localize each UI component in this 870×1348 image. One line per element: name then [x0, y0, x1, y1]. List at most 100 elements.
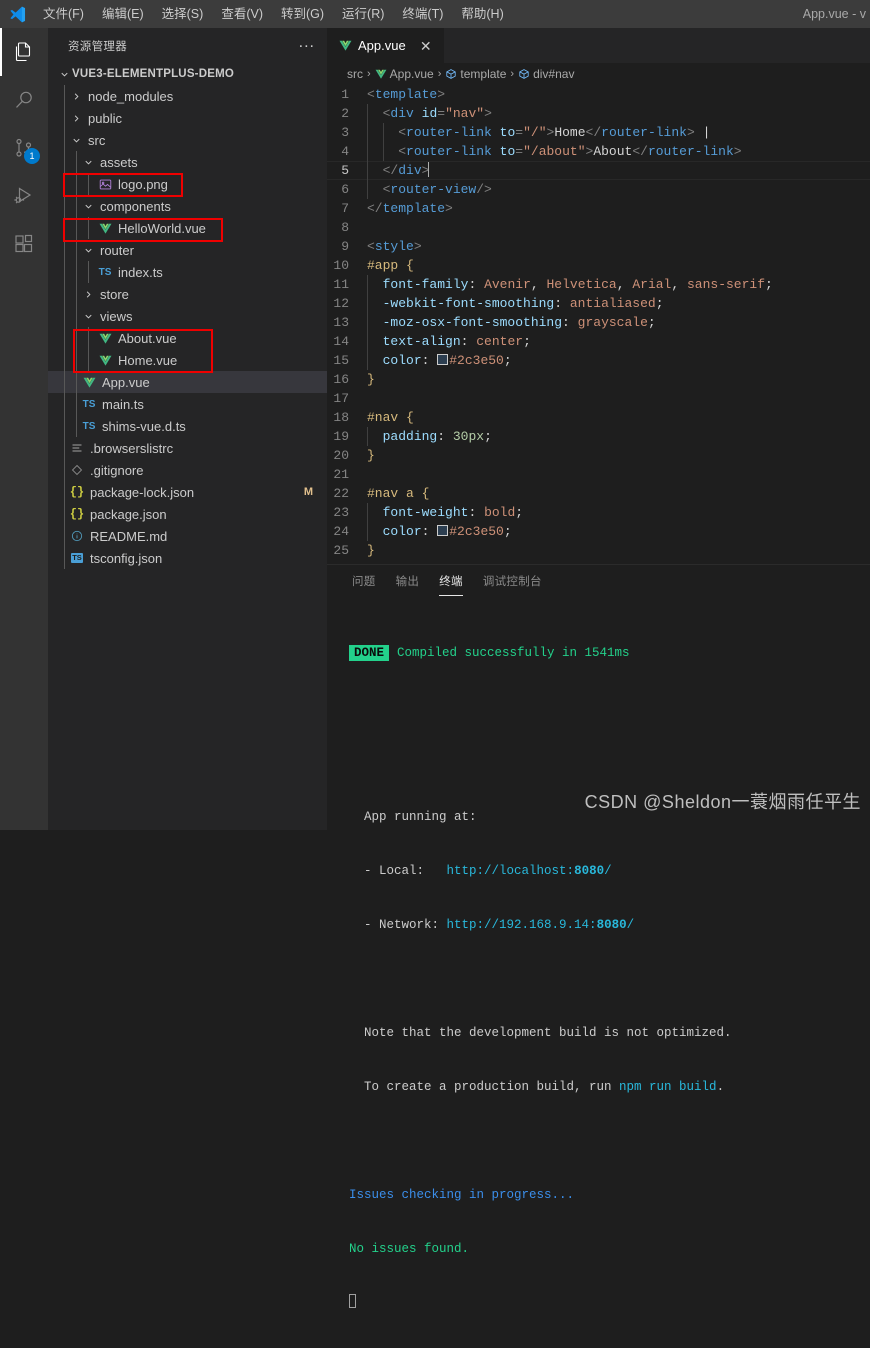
panel-tab-bar: 问题 输出 终端 调试控制台: [327, 565, 870, 600]
tree-item-browserslistrc[interactable]: .browserslistrc: [48, 437, 327, 459]
menu-selection[interactable]: 选择(S): [153, 0, 213, 28]
network-url-port: 8080: [596, 918, 627, 932]
code-line: 12 -webkit-font-smoothing: antialiased;: [327, 294, 870, 313]
chevron-down-icon: [80, 245, 96, 256]
tree-item-index-ts[interactable]: TS index.ts: [48, 261, 327, 283]
tree-item-components[interactable]: components: [48, 195, 327, 217]
menu-terminal[interactable]: 终端(T): [393, 0, 452, 28]
tree-item-shims-vue-d-ts[interactable]: TS shims-vue.d.ts: [48, 415, 327, 437]
explorer-root-folder[interactable]: VUE3-ELEMENTPLUS-DEMO: [48, 63, 327, 85]
activity-run-debug[interactable]: [0, 172, 48, 220]
line-number: 5: [341, 163, 349, 178]
chevron-down-icon: [80, 201, 96, 212]
code-line: 20}: [327, 446, 870, 465]
tree-item-main-ts[interactable]: TS main.ts: [48, 393, 327, 415]
code-line: 24 color: #2c3e50;: [327, 522, 870, 541]
breadcrumb: src › App.vue › template › div#nav: [327, 63, 870, 85]
activity-source-control[interactable]: 1: [0, 124, 48, 172]
activity-explorer[interactable]: [0, 28, 48, 76]
code-line: 7 </template>: [327, 199, 870, 218]
code-text: }: [367, 448, 375, 463]
tree-item-helloworld-vue[interactable]: HelloWorld.vue: [48, 217, 327, 239]
tree-item-app-vue[interactable]: App.vue: [48, 371, 327, 393]
tree-item-router[interactable]: router: [48, 239, 327, 261]
json-file-icon: {}: [69, 507, 85, 521]
line-number: 10: [333, 258, 349, 273]
line-number: 20: [333, 448, 349, 463]
tree-item-public[interactable]: public: [48, 107, 327, 129]
line-number: 17: [333, 391, 349, 406]
close-icon[interactable]: ✕: [418, 39, 434, 53]
terminal-line-app-running: App running at:: [349, 810, 477, 824]
breadcrumb-item-src[interactable]: src: [347, 67, 363, 81]
compiled-message: Compiled successfully in 1541ms: [397, 646, 630, 660]
tree-item-tsconfig-json[interactable]: TS tsconfig.json: [48, 547, 327, 569]
code-line: 1 <template>: [327, 85, 870, 104]
menu-file[interactable]: 文件(F): [34, 0, 93, 28]
code-editor[interactable]: 1 <template> 2 <div id="nav"> 3 <router-l…: [327, 85, 870, 565]
menu-go[interactable]: 转到(G): [272, 0, 333, 28]
tree-item-home-vue[interactable]: Home.vue: [48, 349, 327, 371]
menu-edit[interactable]: 编辑(E): [93, 0, 153, 28]
vscode-logo-icon: [0, 0, 34, 28]
panel-tab-debug-console[interactable]: 调试控制台: [473, 565, 552, 600]
line-number: 25: [333, 543, 349, 558]
line-number: 19: [333, 429, 349, 444]
line-number: 22: [333, 486, 349, 501]
menu-run[interactable]: 运行(R): [333, 0, 393, 28]
local-label: - Local:: [349, 864, 447, 878]
activity-search[interactable]: [0, 76, 48, 124]
tree-label: node_modules: [88, 88, 174, 104]
tree-item-node_modules[interactable]: node_modules: [48, 85, 327, 107]
code-line: 21: [327, 465, 870, 484]
line-number: 18: [333, 410, 349, 425]
menu-help[interactable]: 帮助(H): [452, 0, 512, 28]
done-badge: DONE: [349, 645, 390, 661]
tree-item-package-lock-json[interactable]: {} package-lock.json M: [48, 481, 327, 503]
code-text: font-weight: bold;: [367, 503, 870, 522]
vue-file-icon: [96, 355, 114, 366]
tree-item-readme-md[interactable]: README.md: [48, 525, 327, 547]
line-number: 4: [341, 144, 349, 159]
more-actions-icon[interactable]: ...: [295, 34, 319, 54]
network-url-prefix: http://192.168.9.14:: [446, 918, 597, 932]
code-line: 3 <router-link to="/">Home</router-link>…: [327, 123, 870, 142]
panel-tab-output[interactable]: 输出: [386, 565, 430, 600]
menu-view[interactable]: 查看(V): [212, 0, 272, 28]
git-file-icon: [68, 464, 86, 476]
tree-item-assets[interactable]: assets: [48, 151, 327, 173]
tab-app-vue[interactable]: App.vue ✕: [327, 28, 445, 63]
root-folder-label: VUE3-ELEMENTPLUS-DEMO: [72, 68, 235, 80]
code-text: color: #2c3e50;: [367, 522, 870, 541]
panel-tab-problems[interactable]: 问题: [342, 565, 386, 600]
panel-tab-terminal[interactable]: 终端: [429, 565, 473, 600]
tree-item-gitignore[interactable]: .gitignore: [48, 459, 327, 481]
code-text: -moz-osx-font-smoothing: grayscale;: [367, 313, 870, 332]
tree-item-package-json[interactable]: {} package.json: [48, 503, 327, 525]
breadcrumb-item-div-nav[interactable]: div#nav: [518, 67, 574, 81]
line-number: 8: [341, 220, 349, 235]
tree-item-about-vue[interactable]: About.vue: [48, 327, 327, 349]
breadcrumb-item-app-vue[interactable]: App.vue: [375, 67, 434, 81]
vscode-window: 文件(F) 编辑(E) 选择(S) 查看(V) 转到(G) 运行(R) 终端(T…: [0, 0, 870, 1308]
tree-label: .gitignore: [90, 462, 144, 478]
json-file-icon: {}: [69, 485, 85, 499]
window-title: App.vue - v: [802, 7, 866, 21]
breadcrumb-label: src: [347, 67, 363, 81]
code-text: </template>: [367, 201, 453, 216]
vue-file-icon: [80, 377, 98, 388]
terminal-output[interactable]: DONE Compiled successfully in 1541ms App …: [327, 600, 870, 1348]
code-line: 6 <router-view/>: [327, 180, 870, 199]
tree-item-store[interactable]: store: [48, 283, 327, 305]
tree-label: components: [100, 198, 171, 214]
tree-item-logo-png[interactable]: logo.png: [48, 173, 327, 195]
line-number: 15: [333, 353, 349, 368]
breadcrumb-item-template[interactable]: template: [445, 67, 506, 81]
line-number: 23: [333, 505, 349, 520]
local-url-port: 8080: [574, 864, 605, 878]
tree-item-views[interactable]: views: [48, 305, 327, 327]
code-text: text-align: center;: [367, 332, 870, 351]
activity-extensions[interactable]: [0, 220, 48, 268]
tree-item-src[interactable]: src: [48, 129, 327, 151]
tree-label: README.md: [90, 528, 168, 544]
